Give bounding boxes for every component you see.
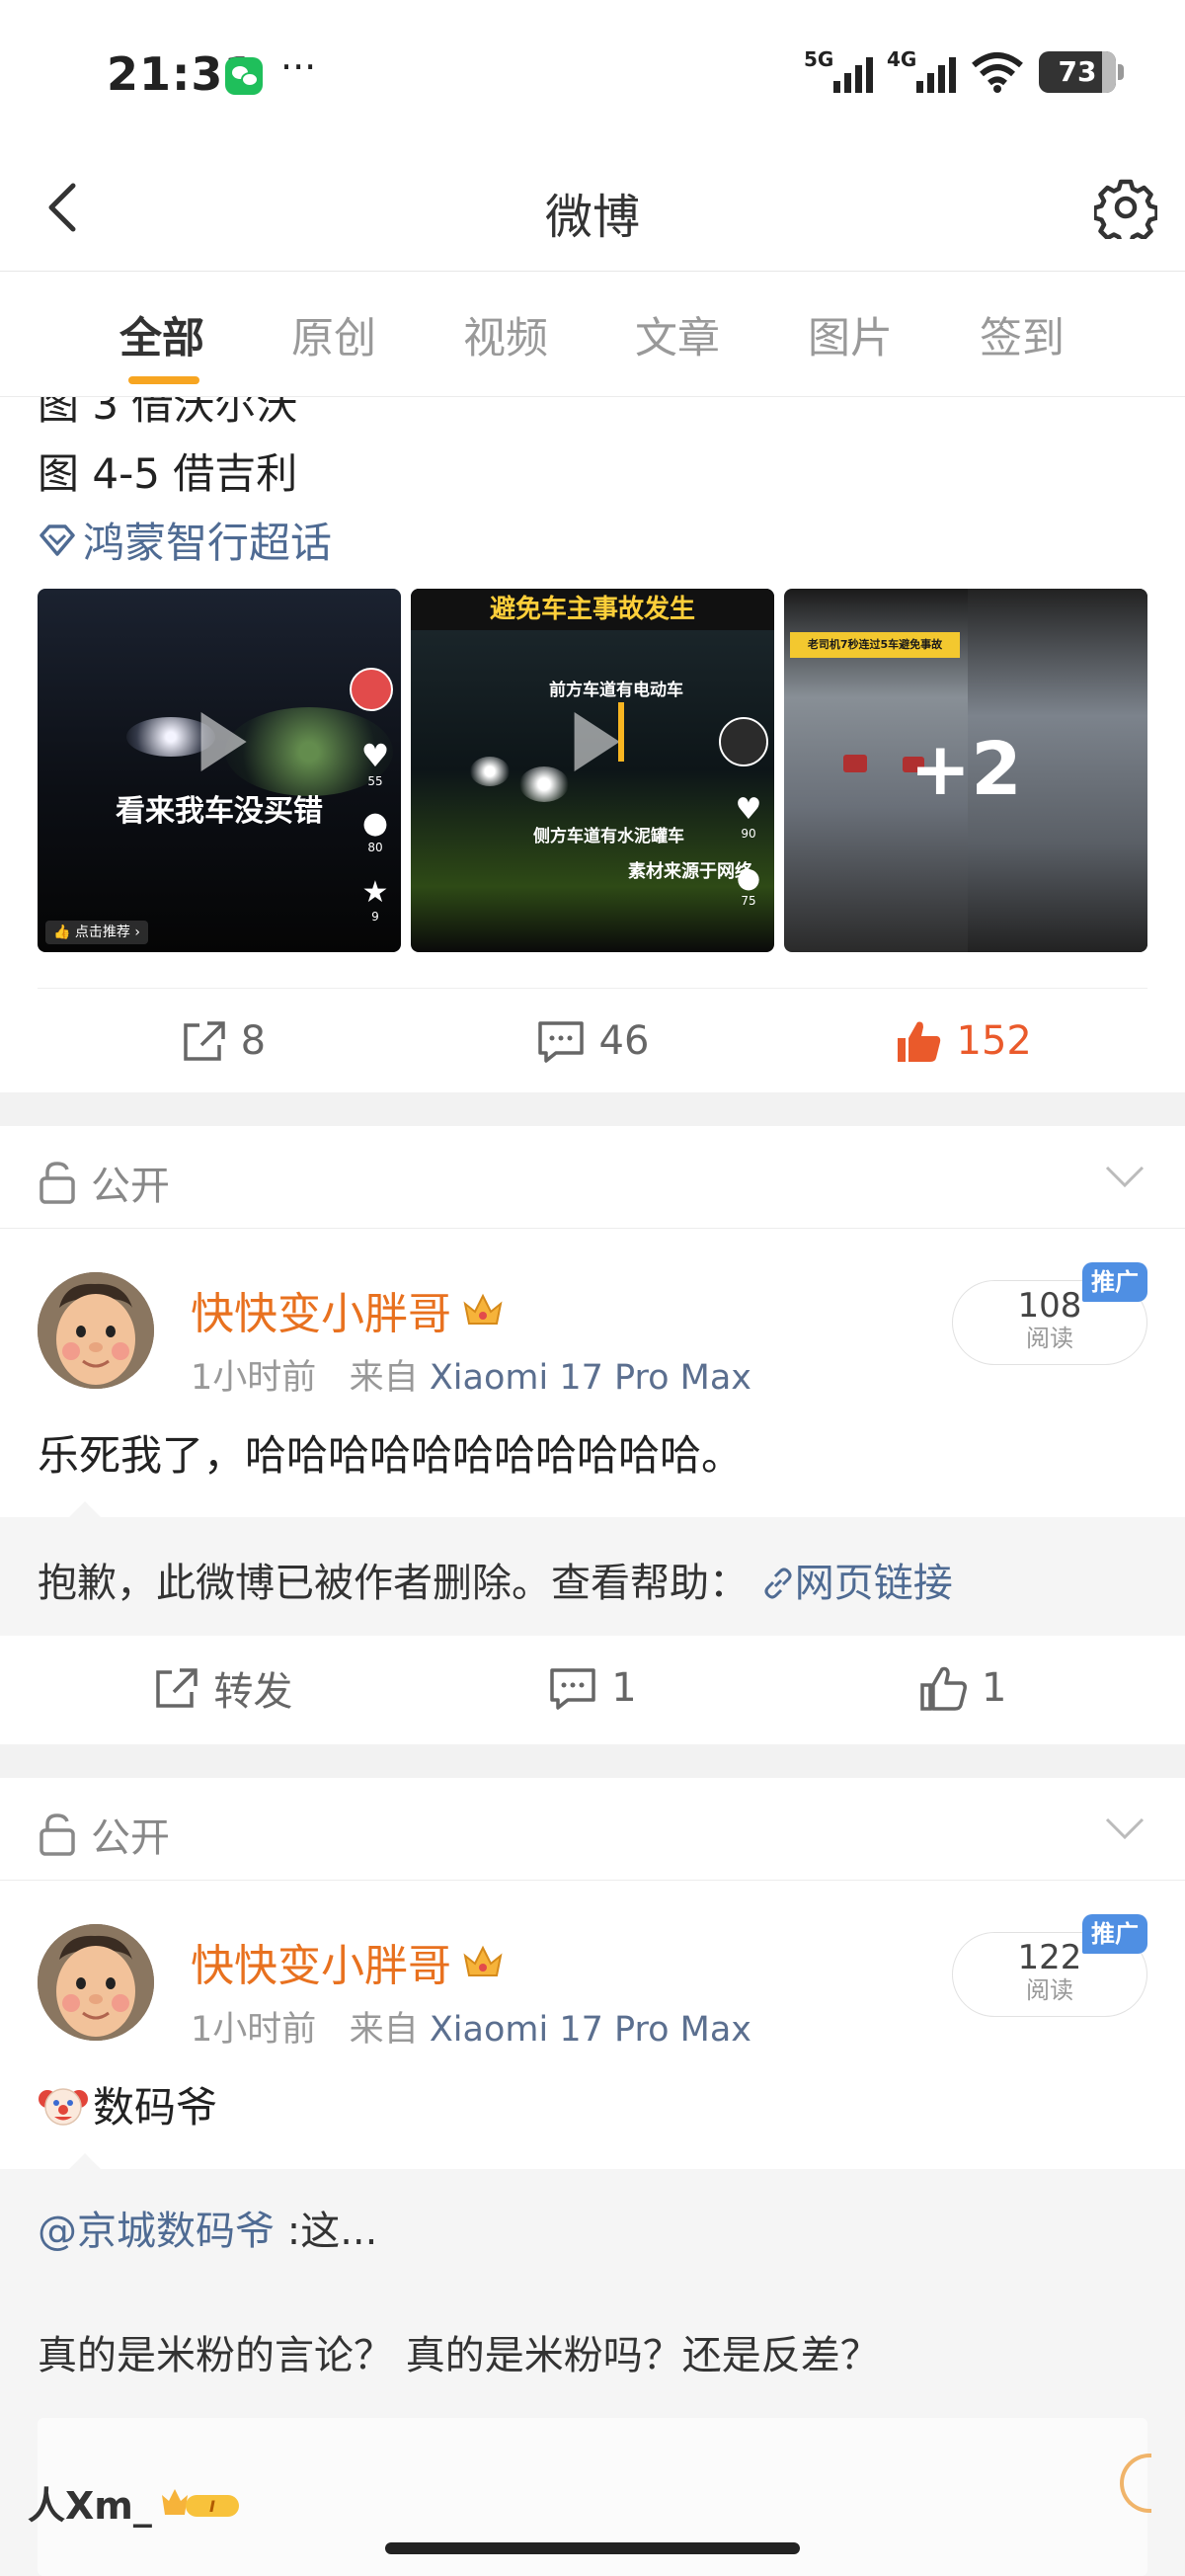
video-thumbnail-1[interactable]: 看来我车没买错 ♥ 55 ● 80 ★ 9 👍 点击推荐 › [38,589,401,952]
thumbnail-annotation: 前方车道有电动车 [549,681,683,700]
post-card-3: 快快变小胖哥 1小时前 来自 Xiaomi 17 Pro Max 122 阅读 … [0,1881,1185,2576]
post-actions: 转发 1 1 [38,1636,1147,1740]
topic-link[interactable]: 鸿蒙智行超话 [38,510,332,570]
settings-gear-icon[interactable] [1094,176,1157,239]
thumbnail-annotation: 侧方车道有水泥罐车 [533,827,684,846]
crown-badge-icon [463,1293,503,1325]
comment-icon: ● 80 [361,806,389,854]
tab-original[interactable]: 原创 [291,304,376,365]
more-images-count: +2 [909,727,1022,812]
post-text-line: 图 4-5 借吉利 [38,449,298,498]
unlock-icon [40,1162,75,1204]
play-icon [200,711,247,771]
thumb-up-icon: 👍 [53,925,71,940]
tab-pictures[interactable]: 图片 [808,304,893,365]
mention-link[interactable]: @京城数码爷 [38,2209,275,2254]
repost-button[interactable]: 转发 [38,1636,408,1740]
repost-icon [156,1668,198,1708]
like-button[interactable]: 1 [777,1636,1147,1740]
star-icon: ★ 9 [361,875,389,924]
visibility-header[interactable]: 公开 [0,1778,1185,1881]
comment-button[interactable]: 46 [408,989,778,1092]
avatar[interactable] [38,1924,154,2041]
home-indicator[interactable] [385,2542,800,2554]
post-card-1: 图 3 借沃尔沃 图 4-5 借吉利 鸿蒙智行超话 看来我车没买错 ♥ 55 ● 8… [0,397,1185,1092]
visibility-label: 公开 [91,1815,170,1861]
quoted-post[interactable]: @京城数码爷 :这... 真的是米粉的言论？ 真的是米粉吗？还是反差？ 人Xm_… [0,2153,1185,2576]
tab-checkin[interactable]: 签到 [980,304,1065,365]
creator-avatar [350,668,393,711]
visibility-header[interactable]: 公开 [0,1126,1185,1229]
embedded-thumbnail-edge [1120,2454,1151,2513]
tab-all[interactable]: 全部 [119,304,204,365]
thumbnail-banner: 老司机7秒连过5车避免事故 [790,632,960,658]
status-bar: 21:31 ··· 5G 4G 73 [0,0,1185,148]
post-actions: 8 46 152 [38,988,1147,1092]
username[interactable]: 快快变小胖哥 [191,1930,505,1993]
promote-badge[interactable]: 推广 [1082,1914,1147,1954]
post-meta: 1小时前 来自 Xiaomi 17 Pro Max [191,2010,752,2050]
like-icon: ♥ 55 [360,737,390,788]
svg-text:I: I [209,2497,215,2516]
tab-article[interactable]: 文章 [635,304,720,365]
diamond-icon [40,523,75,556]
feed-tabs: 全部 原创 视频 文章 图片 签到 [0,273,1185,397]
wechat-notification-icon [225,57,263,95]
play-icon [574,711,620,771]
comment-icon [537,1020,584,1063]
chevron-down-icon[interactable] [1104,1162,1146,1191]
tab-video[interactable]: 视频 [463,304,548,365]
vip-badge-icon: I [161,2488,239,2517]
feed-divider [0,1744,1185,1778]
repost-icon [183,1020,225,1061]
post-text: 乐死我了，哈哈哈哈哈哈哈哈哈哈哈。 [38,1431,744,1480]
cellular-signal-icon: 5G [804,47,873,93]
repost-button[interactable]: 8 [38,989,408,1092]
embedded-username: 人Xm_ [28,2484,152,2528]
post-text: 数码爷 [38,2074,217,2134]
liked-thumb-icon [897,1021,940,1062]
thumbnail-caption: 看来我车没买错 [116,794,323,829]
top-nav-bar: 微博 [0,148,1185,272]
deleted-notice: 抱歉，此微博已被作者删除。查看帮助： [38,1561,749,1606]
web-link[interactable]: 网页链接 [761,1561,953,1606]
clown-emoji-icon [39,2087,88,2126]
wifi-icon [972,52,1023,93]
cellular-signal-icon-2: 4G [887,47,956,93]
video-thumbnail-2[interactable]: 避免车主事故发生 前方车道有电动车 侧方车道有水泥罐车 素材来源于网络 ♥ 90 … [411,589,774,952]
comment-icon [550,1668,596,1710]
post-text-line: 图 3 借沃尔沃 [38,397,298,429]
deleted-repost-box: 抱歉，此微博已被作者删除。查看帮助： 网页链接 [0,1501,1185,1636]
visibility-label: 公开 [91,1164,170,1209]
quoted-text: :这... [275,2209,378,2254]
comment-icon: ● 75 [736,861,761,908]
post-card-2: 快快变小胖哥 1小时前 来自 Xiaomi 17 Pro Max 108 阅读 … [0,1229,1185,1744]
quoted-text: 真的是米粉的言论？ 真的是米粉吗？还是反差？ [38,2333,880,2378]
link-icon [764,1568,792,1599]
thumbnail-header: 避免车主事故发生 [411,589,774,630]
active-tab-indicator [128,376,199,384]
like-button[interactable]: 152 [777,989,1147,1092]
creator-avatar [719,717,768,766]
unlock-icon [40,1813,75,1856]
post-meta: 1小时前 来自 Xiaomi 17 Pro Max [191,1358,752,1398]
chevron-down-icon[interactable] [1104,1813,1146,1843]
page-title: 微博 [544,190,640,245]
battery-icon: 73 [1039,51,1124,93]
avatar[interactable] [38,1272,154,1389]
image-thumbnail-3[interactable]: 老司机7秒连过5车避免事故 +2 [784,589,1147,952]
recommend-tag: 👍 点击推荐 › [45,921,148,944]
like-icon: ♥ 90 [735,792,762,841]
promote-badge[interactable]: 推广 [1082,1262,1147,1302]
crown-badge-icon [463,1945,503,1976]
comment-button[interactable]: 1 [408,1636,778,1740]
more-notifications-icon: ··· [280,45,317,89]
thumb-up-icon [920,1666,967,1711]
username[interactable]: 快快变小胖哥 [191,1278,505,1341]
feed-divider [0,1092,1185,1126]
